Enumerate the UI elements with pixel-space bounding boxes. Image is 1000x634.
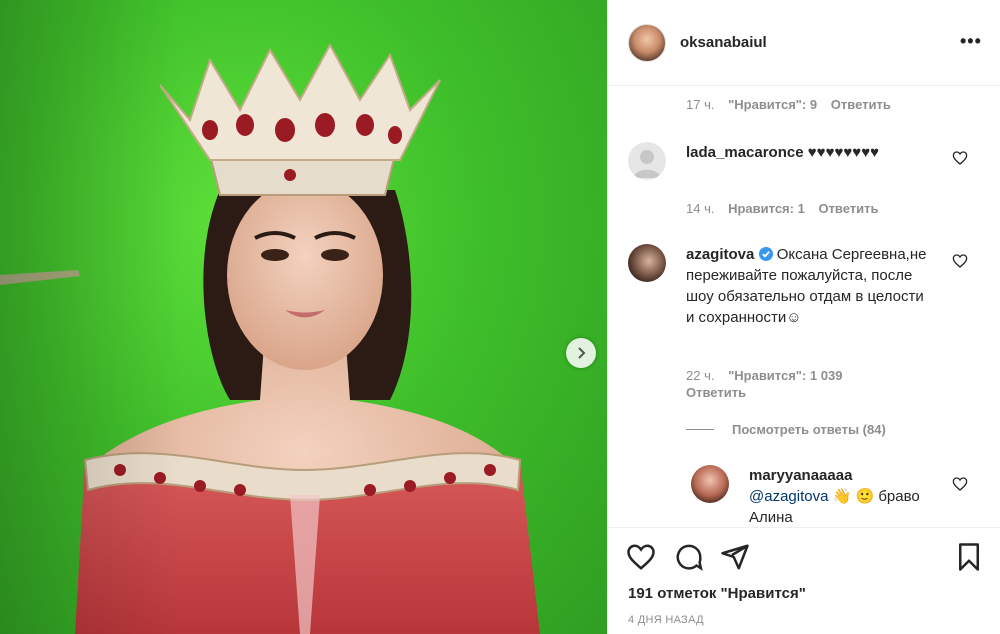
- comment-likes[interactable]: "Нравится": 1 039: [728, 368, 842, 383]
- comment-meta: 14 ч. Нравится: 1 Ответить: [686, 201, 879, 216]
- like-comment-heart-icon[interactable]: [952, 253, 968, 269]
- photo-shade: [0, 0, 607, 634]
- post-actions: 191 отметок "Нравится" 4 ДНЯ НАЗАД: [608, 527, 1000, 634]
- post-side-panel: oksanabaiul ••• 17 ч. "Нравится": 9 Отве…: [607, 0, 1000, 634]
- comment-time: 22 ч.: [686, 368, 715, 383]
- comment-meta: 17 ч. "Нравится": 9 Ответить: [686, 97, 891, 112]
- view-replies[interactable]: Посмотреть ответы (84): [686, 422, 886, 437]
- default-avatar-icon: [633, 150, 661, 178]
- reply-button[interactable]: Ответить: [831, 97, 891, 112]
- comment-likes[interactable]: Нравится: 1: [728, 201, 805, 216]
- comment-bubble-icon[interactable]: [674, 542, 704, 572]
- comment-avatar[interactable]: [628, 142, 666, 180]
- comments-list[interactable]: 17 ч. "Нравится": 9 Ответить lada_macaro…: [608, 87, 1000, 527]
- reply-avatar[interactable]: [691, 465, 729, 503]
- author-avatar[interactable]: [628, 24, 666, 62]
- like-reply-heart-icon[interactable]: [952, 476, 968, 492]
- comment-meta: 22 ч. "Нравится": 1 039 Ответить: [686, 367, 876, 401]
- replies-line: [686, 429, 714, 430]
- likes-count[interactable]: 191 отметок "Нравится": [628, 585, 806, 602]
- reply-button[interactable]: Ответить: [686, 385, 746, 400]
- like-comment-heart-icon[interactable]: [952, 150, 968, 166]
- bookmark-icon[interactable]: [954, 542, 984, 572]
- next-photo-button[interactable]: [566, 338, 596, 368]
- comment-body: azagitova Оксана Сергеевна,не переживайт…: [686, 244, 936, 328]
- comment-likes[interactable]: "Нравится": 9: [728, 97, 817, 112]
- comment-username[interactable]: azagitova: [686, 246, 754, 263]
- comment-username[interactable]: lada_macaronce: [686, 144, 804, 161]
- more-options-icon[interactable]: •••: [960, 32, 982, 50]
- verified-badge-icon: [758, 247, 773, 261]
- view-replies-label[interactable]: Посмотреть ответы (84): [732, 422, 886, 437]
- comment-time: 14 ч.: [686, 201, 715, 216]
- reply-button[interactable]: Ответить: [818, 201, 878, 216]
- chevron-right-icon: [578, 347, 586, 359]
- comment-text: ♥♥♥♥♥♥♥♥: [807, 144, 879, 161]
- comment-body: lada_macaronce ♥♥♥♥♥♥♥♥: [686, 142, 936, 163]
- comment-avatar[interactable]: [628, 244, 666, 282]
- comment-time: 17 ч.: [686, 97, 715, 112]
- reply-mention[interactable]: @azagitova: [749, 488, 828, 505]
- share-send-icon[interactable]: [720, 542, 750, 572]
- post-header: oksanabaiul •••: [608, 0, 1000, 86]
- reply-username[interactable]: maryyanaaaaa: [749, 467, 852, 484]
- reply-body: maryyanaaaaa @azagitova 👋 🙂 браво Алина: [749, 465, 939, 527]
- like-heart-icon[interactable]: [626, 542, 656, 572]
- author-username[interactable]: oksanabaiul: [680, 34, 767, 51]
- post-photo[interactable]: [0, 0, 607, 634]
- post-date[interactable]: 4 ДНЯ НАЗАД: [628, 614, 704, 626]
